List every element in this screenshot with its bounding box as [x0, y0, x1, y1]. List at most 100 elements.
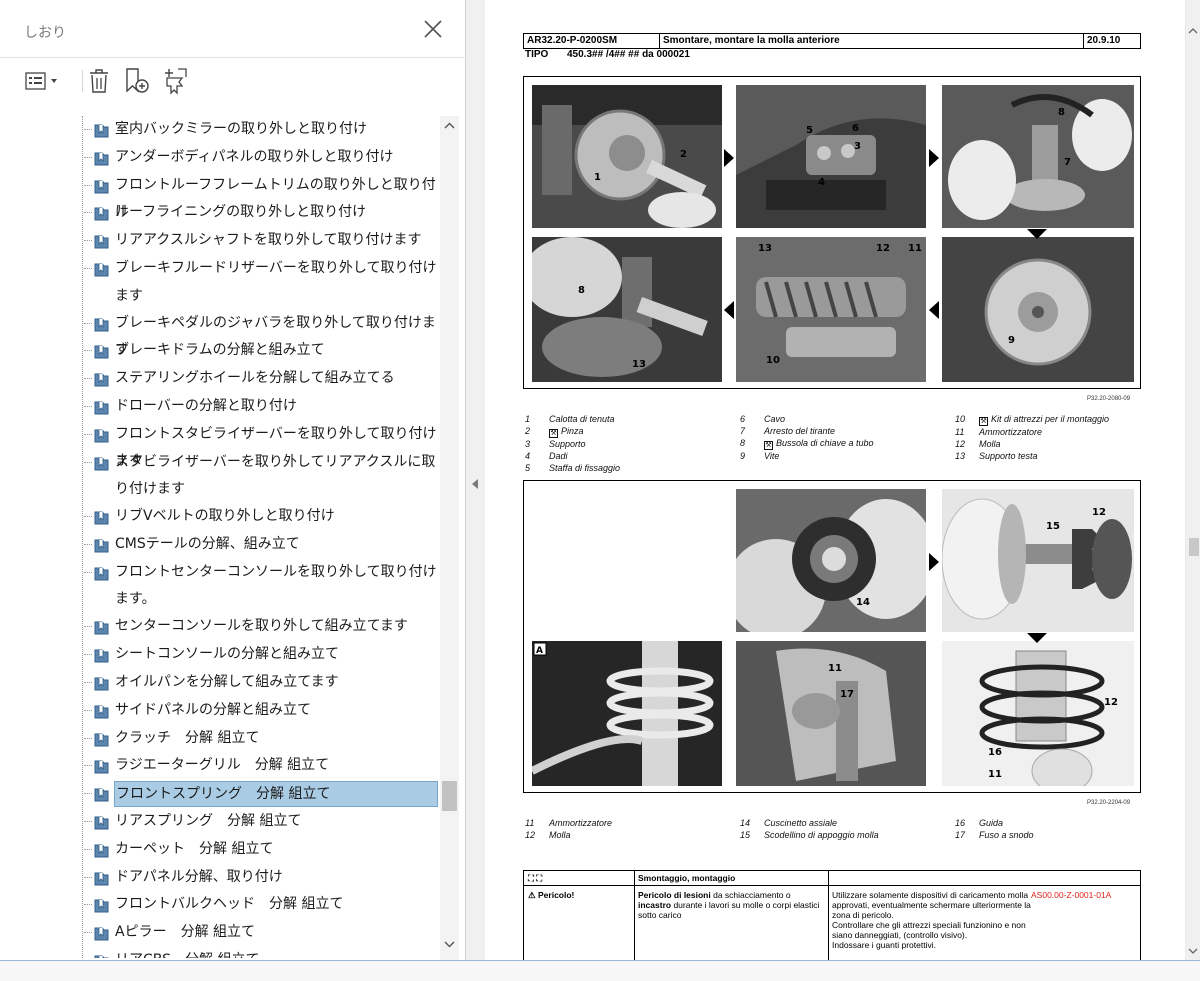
tree-connector	[84, 571, 92, 573]
scroll-up-icon[interactable]	[442, 118, 457, 132]
tree-connector	[84, 737, 92, 739]
bookmark-label: フロントセンターコンソールを取り外して取り付けます。	[115, 563, 437, 608]
callout: 10	[766, 355, 780, 366]
callout: 1	[594, 172, 601, 183]
bookmark-label: ルーフライニングの取り外しと取り付け	[115, 204, 367, 221]
legend-item: 16 Guida	[955, 817, 1155, 829]
legend-number: 17	[955, 830, 966, 840]
bookmark-icon	[93, 953, 111, 958]
bookmark-label: リブVベルトの取り外しと取り付け	[115, 508, 335, 525]
trash-icon[interactable]	[84, 66, 114, 96]
scroll-up-icon[interactable]	[1187, 22, 1199, 34]
callout: 17	[840, 689, 854, 700]
callout: 7	[1064, 157, 1071, 168]
tree-connector	[84, 848, 92, 850]
bookmark-icon	[93, 150, 111, 166]
callout: 12	[1092, 507, 1106, 518]
bookmark-icon	[93, 647, 111, 663]
bookmark-label: リアアクスルシャフトを取り外して取り付けます	[115, 232, 422, 249]
legend-number: 1	[525, 414, 531, 424]
bookmark-label: クラッチ 分解 組立て	[115, 729, 260, 746]
bookmark-icon	[93, 455, 111, 471]
options-list-icon[interactable]	[24, 66, 64, 96]
legend-item: 3 Supporto	[525, 438, 735, 450]
bookmark-label: カーペット 分解 組立て	[115, 840, 274, 857]
legend-text: Supporto testa	[979, 451, 1038, 461]
document-scrollbar[interactable]	[1186, 0, 1200, 960]
legend-column: 16 Guida 17 Fuso a snodo	[955, 817, 1155, 841]
legend-item: 5 Staffa di fissaggio	[525, 462, 735, 474]
bookmark-label: オイルパンを分解して組み立てます	[115, 674, 339, 690]
bookmark-label: CMSテールの分解、組み立て	[115, 536, 300, 552]
close-icon[interactable]	[420, 16, 446, 42]
tree-connector	[84, 240, 92, 242]
figure-disassembly-steps: 1 2 5 6 3 4 8 7 8 13 13 12 11 10 9	[523, 76, 1141, 389]
bookmark-icon	[93, 842, 111, 858]
legend-number: 15	[740, 830, 751, 840]
bookmark-tree: 室内バックミラーの取り外しと取り付け アンダーボディパネルの取り外しと取り付け フロ…	[0, 116, 440, 958]
arrow-right-icon	[929, 553, 939, 571]
bookmark-icon	[93, 233, 111, 249]
callout: 15	[1046, 521, 1060, 532]
arrow-right-icon	[724, 149, 734, 167]
legend-number: 11	[955, 427, 965, 437]
scroll-down-icon[interactable]	[1187, 942, 1199, 954]
legend-text: Staffa di fissaggio	[549, 463, 621, 473]
callout: 8	[578, 285, 585, 296]
legend-item: 17 Fuso a snodo	[955, 829, 1155, 841]
scroll-down-icon[interactable]	[442, 936, 457, 950]
toolbar-divider	[82, 70, 83, 92]
collapse-panel-icon[interactable]	[470, 476, 480, 490]
legend-text: Molla	[979, 439, 1001, 449]
bookmark-label: アンダーボディパネルの取り外しと取り付け	[115, 148, 394, 165]
scrollbar-thumb[interactable]	[442, 781, 457, 811]
bookmark-icon	[93, 619, 111, 635]
legend-item: 7 Arresto del tirante	[740, 425, 950, 437]
bookmark-expand-icon[interactable]	[160, 66, 190, 96]
callout: 9	[1008, 335, 1015, 346]
bookmarks-scrollbar[interactable]	[440, 116, 459, 960]
bookmark-icon	[93, 427, 111, 443]
tree-connector	[84, 350, 92, 352]
photo-spring-3: A	[532, 641, 722, 786]
legend-number: 12	[955, 439, 966, 449]
tree-connector	[84, 461, 92, 463]
photo-step-1: 1 2	[532, 85, 722, 228]
bookmark-icon	[93, 537, 111, 553]
legend-text: Ammortizzatore	[549, 818, 613, 828]
table-head-icons: ⛶ ⛶	[528, 873, 543, 883]
legend-text: Scodellino di appoggio molla	[764, 830, 879, 840]
bookmark-label: ドアパネル分解、取り付け	[115, 868, 283, 885]
legend-text: Cavo	[764, 414, 786, 424]
photo-spring-4: 11 17	[736, 641, 926, 786]
legend-text: Arresto del tirante	[764, 426, 836, 436]
bookmark-icon	[93, 786, 111, 802]
legend-number: 10	[955, 414, 966, 424]
document-area: AR32.20-P-0200SM Smontare, montare la mo…	[485, 0, 1200, 960]
callout: 13	[632, 359, 646, 370]
new-bookmark-icon[interactable]	[122, 66, 152, 96]
bookmark-icon	[93, 758, 111, 774]
scrollbar-thumb[interactable]	[1189, 538, 1199, 556]
tree-connector	[84, 682, 92, 683]
bookmark-label: リアCBS 分解 組立て	[115, 947, 437, 958]
reference-link[interactable]: AS00.00-Z-0001-01A	[1031, 890, 1111, 900]
safety-instructions: Utilizzare solamente dispositivi di cari…	[832, 890, 1031, 950]
photo-step-3: 8 7	[942, 85, 1134, 228]
bookmark-icon	[93, 870, 111, 886]
panel-divider	[0, 57, 466, 58]
legend-item: 6 Cavo	[740, 413, 950, 425]
legend-item: 2 ⚒ Pinza	[525, 425, 735, 438]
bookmark-label: フロントバルクヘッド 分解 組立て	[115, 896, 344, 913]
danger-label: ⚠ Pericolo!	[528, 890, 575, 900]
bookmark-icon	[93, 371, 111, 387]
legend-number: 6	[740, 414, 746, 424]
photo-spring-5: 12 16 11	[942, 641, 1134, 786]
bookmark-icon	[93, 675, 111, 691]
legend-column: 10 ⚒ Kit di attrezzi per il montaggio 11 Amm…	[955, 413, 1155, 462]
bookmark-label: ステアリングホイールを分解して組み立てる	[115, 370, 395, 387]
document-code: AR32.20-P-0200SM	[524, 34, 660, 48]
special-tool-icon: ⚒	[979, 417, 988, 426]
safety-table: ⛶ ⛶ Smontaggio, montaggio ⚠ Pericolo! Pe…	[523, 870, 1141, 960]
tree-connector	[84, 654, 92, 656]
